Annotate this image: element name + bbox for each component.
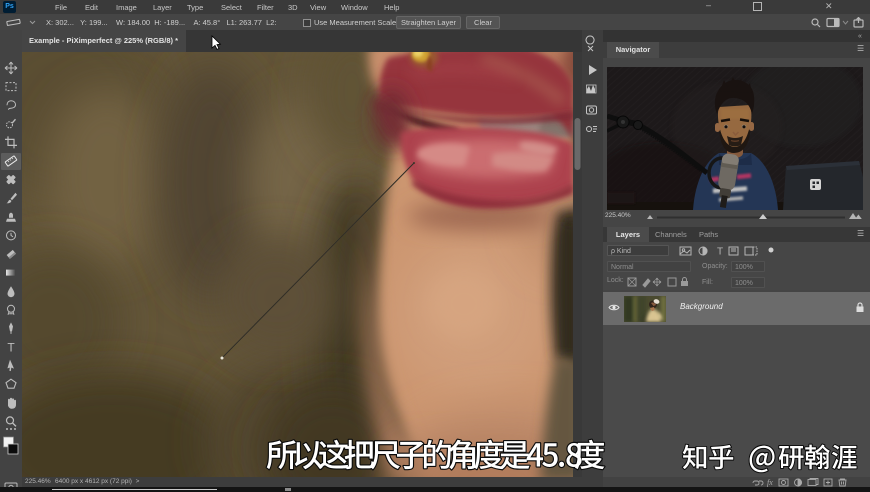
svg-text:fx: fx bbox=[767, 478, 773, 487]
svg-text:T: T bbox=[7, 341, 15, 355]
svg-text:T: T bbox=[717, 247, 723, 258]
